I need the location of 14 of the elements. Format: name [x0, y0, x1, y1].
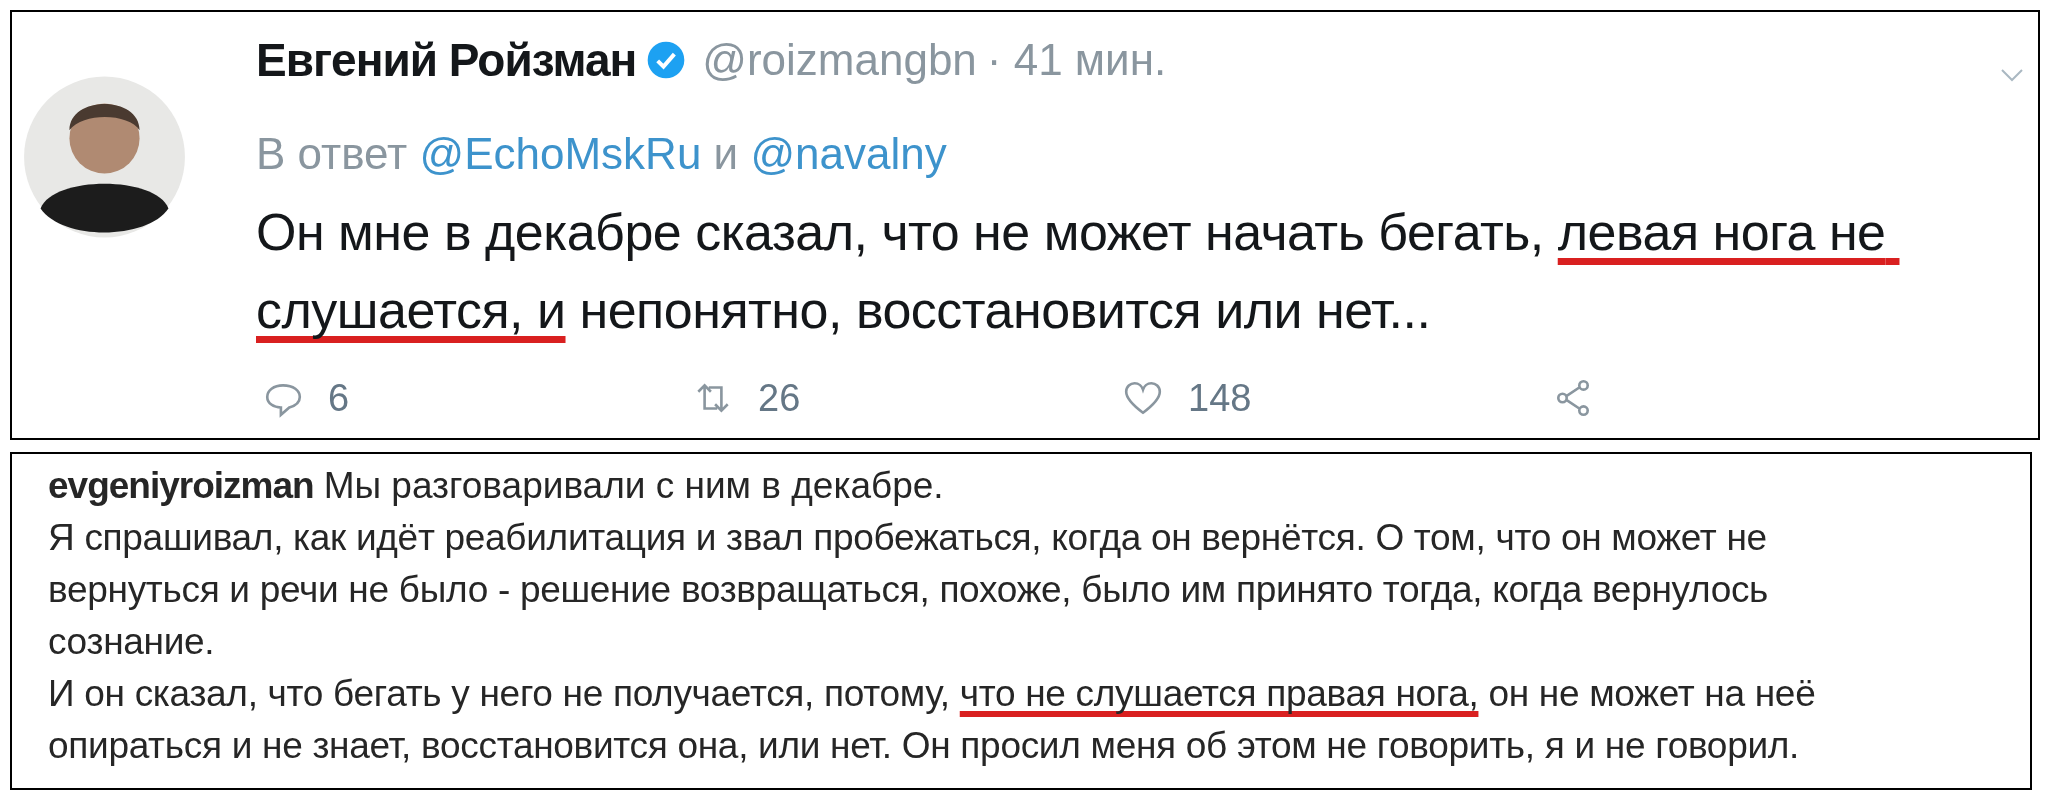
- timestamp: · 41 мин.: [986, 34, 1167, 86]
- mention-link[interactable]: @navalny: [750, 121, 947, 187]
- handle: @roizmangbn: [702, 34, 977, 86]
- mention-link[interactable]: @EchoMskRu: [419, 121, 702, 187]
- tweet-text: Он мне в декабре сказал, что не может начать бегать, левая нога не слушается, и непонятно, восстановится или нет...: [256, 202, 1887, 341]
- author-name: Евгений Ройзман: [256, 32, 637, 88]
- reply-line: В ответ @EchoMskRu и @navalny: [256, 122, 2000, 186]
- comment-text: Я спрашивал, как идёт реабилитация и звал пробежаться, когда он вернётся. О том, что он может не вернуться и речи не было - решение возвращаться, похоже, было им принято тогда, когда вернулось сознание.: [48, 516, 1770, 664]
- action-count: 6: [328, 375, 350, 421]
- action-count: 26: [758, 375, 801, 421]
- comment-text: Мы разговаривали с ним в декабре.: [323, 464, 944, 508]
- comment-text: И он сказал, что бегать у него не получается, потому, что не слушается правая нога, он не может на неё опираться и не знает, восстановится она, или нет. Он просил меня об этом не говорить, я и не говорил.: [48, 672, 1817, 768]
- action-count: 148: [1188, 375, 1252, 421]
- username[interactable]: evgeniyroizman: [48, 460, 314, 512]
